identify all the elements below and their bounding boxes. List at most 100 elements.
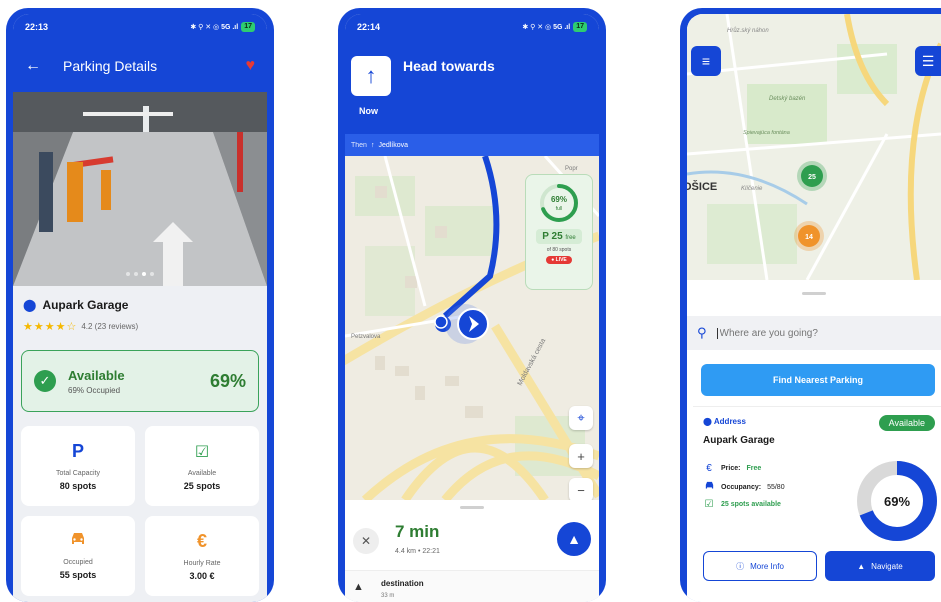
locate-me-button[interactable]: ⌖	[569, 406, 593, 430]
garage-info: ⬤ Aupark Garage ★★★★☆ 4.2 (23 reviews)	[13, 286, 267, 350]
carousel-dots	[126, 272, 154, 276]
parking-result-card: ⬤ Address Aupark Garage Available € Pric…	[693, 406, 941, 602]
then-street: Jedlíkova	[378, 141, 409, 149]
search-icon: ⚲	[697, 325, 707, 340]
garage-title: ⬤ Aupark Garage	[23, 298, 257, 312]
navigation-bottom-sheet: ✕ 7 min 4.4 km • 22:21 ▲ ▲ destination 3…	[345, 500, 599, 602]
tile-value: 80 spots	[59, 481, 97, 491]
garage-photo	[13, 92, 267, 286]
parking-cluster-25[interactable]: 25	[797, 161, 827, 191]
status-bar: 22:14 ✱ ⚲ ✕ ◎ 5G .ıl 17	[345, 14, 599, 40]
search-bar[interactable]: ⚲	[687, 316, 941, 350]
status-badge: Available	[878, 415, 935, 431]
calendar-check-icon: ☑	[194, 443, 210, 461]
map-label: Klíčenie	[741, 186, 763, 192]
map-canvas: Hrůz.ský náhon Detský bazén Spievajúca f…	[687, 14, 941, 280]
destination-name: destination	[381, 579, 424, 588]
filter-icon: ≡	[701, 53, 711, 69]
destination-search-input[interactable]	[716, 327, 931, 339]
favorite-heart-icon[interactable]: ♥	[246, 57, 256, 75]
address-label: ⬤ Address	[703, 417, 746, 426]
eta-details: 4.4 km • 22:21	[395, 548, 440, 555]
sheet-drag-handle[interactable]	[460, 506, 484, 509]
total-spots: of 80 spots	[546, 247, 572, 253]
map-street-label: Popr	[565, 166, 578, 172]
hamburger-menu-icon: ☰	[921, 52, 935, 69]
free-spots-box: P 25 free	[536, 229, 582, 244]
live-label: LIVE	[555, 257, 567, 263]
occupancy-live-card[interactable]: 69% full P 25 free of 80 spots ● LIVE	[525, 174, 593, 290]
ring-percent: 69%	[551, 195, 567, 204]
navigate-label: Navigate	[871, 561, 903, 571]
availability-title: Available	[68, 367, 125, 383]
parking-cluster-14[interactable]: 14	[794, 221, 824, 251]
destination-distance: 33 m	[381, 593, 395, 599]
carousel-dot[interactable]	[126, 272, 130, 276]
tile-total-capacity: P Total Capacity 80 spots	[21, 426, 135, 506]
free-label: free	[565, 235, 576, 241]
crosshair-icon: ⌖	[577, 410, 585, 425]
parking-p-icon: P	[71, 441, 84, 461]
menu-button[interactable]: ☰	[915, 46, 941, 76]
occupancy-label: Occupancy:	[721, 483, 762, 491]
close-navigation-button[interactable]: ✕	[353, 528, 379, 554]
zoom-in-button[interactable]: +	[569, 444, 593, 468]
garage-name: Aupark Garage	[703, 435, 775, 446]
battery-icon: 17	[573, 22, 587, 32]
up-arrow-icon: ↑	[370, 141, 375, 149]
zoom-out-button[interactable]: −	[569, 478, 593, 502]
status-bar: 22:13 ✱ ⚲ ✕ ◎ 5G .ıl 17	[13, 14, 267, 40]
back-arrow-icon[interactable]: ←	[25, 57, 41, 75]
price-row: € Price: Free	[703, 463, 761, 474]
map-label: Detský bazén	[769, 96, 806, 102]
status-icons: ✱ ⚲ ✕ ◎ 5G .ıl 17	[522, 22, 587, 32]
garage-photo-carousel[interactable]	[13, 92, 267, 286]
navigation-arrow-icon: ▲	[567, 531, 581, 547]
donut-percent: 69%	[884, 494, 910, 509]
occupancy-donut: 69%	[857, 461, 937, 541]
page-title: Parking Details	[63, 58, 158, 74]
availability-card: ✓ Available 69% Occupied 69%	[21, 350, 259, 412]
live-badge: ● LIVE	[546, 256, 572, 264]
minus-icon: −	[577, 482, 585, 498]
status-icons: ✱ ⚲ ✕ ◎ 5G .ıl 17	[190, 22, 255, 32]
tile-value: 55 spots	[59, 570, 97, 580]
occupancy-value: 55/80	[767, 483, 785, 491]
spots-available-row: ☑ 25 spots available	[703, 499, 781, 510]
parking-map[interactable]: Hrůz.ský náhon Detský bazén Spievajúca f…	[687, 14, 941, 280]
find-nearest-parking-button[interactable]: Find Nearest Parking	[701, 364, 935, 396]
carousel-dot-active[interactable]	[142, 272, 146, 276]
next-instruction-bar: Then ↑ Jedlíkova	[345, 134, 599, 156]
tile-available: ☑ Available 25 spots	[145, 426, 259, 506]
location-pin-icon: ⬤	[703, 417, 712, 426]
availability-subtitle: 69% Occupied	[68, 385, 121, 395]
status-icons-right: ✱ ⚲ ✕ ◎ 5G .ıl	[522, 24, 571, 31]
navigation-arrow-icon: ▲	[857, 561, 866, 571]
screen-parking-details: 22:13 ✱ ⚲ ✕ ◎ 5G .ıl 17 ← Parking Detail…	[13, 14, 267, 602]
euro-icon: €	[706, 463, 712, 474]
rating-row: ★★★★☆ 4.2 (23 reviews)	[23, 320, 257, 333]
turn-arrow-up-icon: ↑	[351, 56, 391, 96]
map-street-label: Petzvalova	[351, 334, 381, 340]
occupancy-ring: 69% full	[540, 184, 578, 222]
recenter-navigation-button[interactable]: ▲	[557, 522, 591, 556]
euro-icon: €	[196, 531, 207, 551]
sheet-drag-handle[interactable]	[802, 292, 826, 295]
tile-label: Occupied	[63, 559, 93, 566]
filter-button[interactable]: ≡	[691, 46, 721, 76]
navigate-button[interactable]: ▲ Navigate	[825, 551, 935, 581]
occupancy-percent: 69%	[209, 370, 246, 391]
tile-label: Available	[187, 469, 217, 477]
ring-full-label: full	[556, 206, 562, 212]
more-info-label: More Info	[750, 561, 784, 571]
phone-parking-details: 22:13 ✱ ⚲ ✕ ◎ 5G .ıl 17 ← Parking Detail…	[6, 8, 274, 602]
destination-row[interactable]: ▲ destination 33 m	[345, 570, 599, 602]
carousel-dot[interactable]	[134, 272, 138, 276]
more-info-button[interactable]: ⓘ More Info	[703, 551, 817, 581]
navigation-arrow-icon: ▲	[353, 581, 364, 593]
stats-grid: P Total Capacity 80 spots ☑ Available 25…	[21, 426, 259, 596]
free-count: 25	[551, 231, 563, 242]
info-icon: ⓘ	[736, 561, 745, 571]
carousel-dot[interactable]	[150, 272, 154, 276]
spots-available-text: 25 spots available	[721, 501, 781, 508]
